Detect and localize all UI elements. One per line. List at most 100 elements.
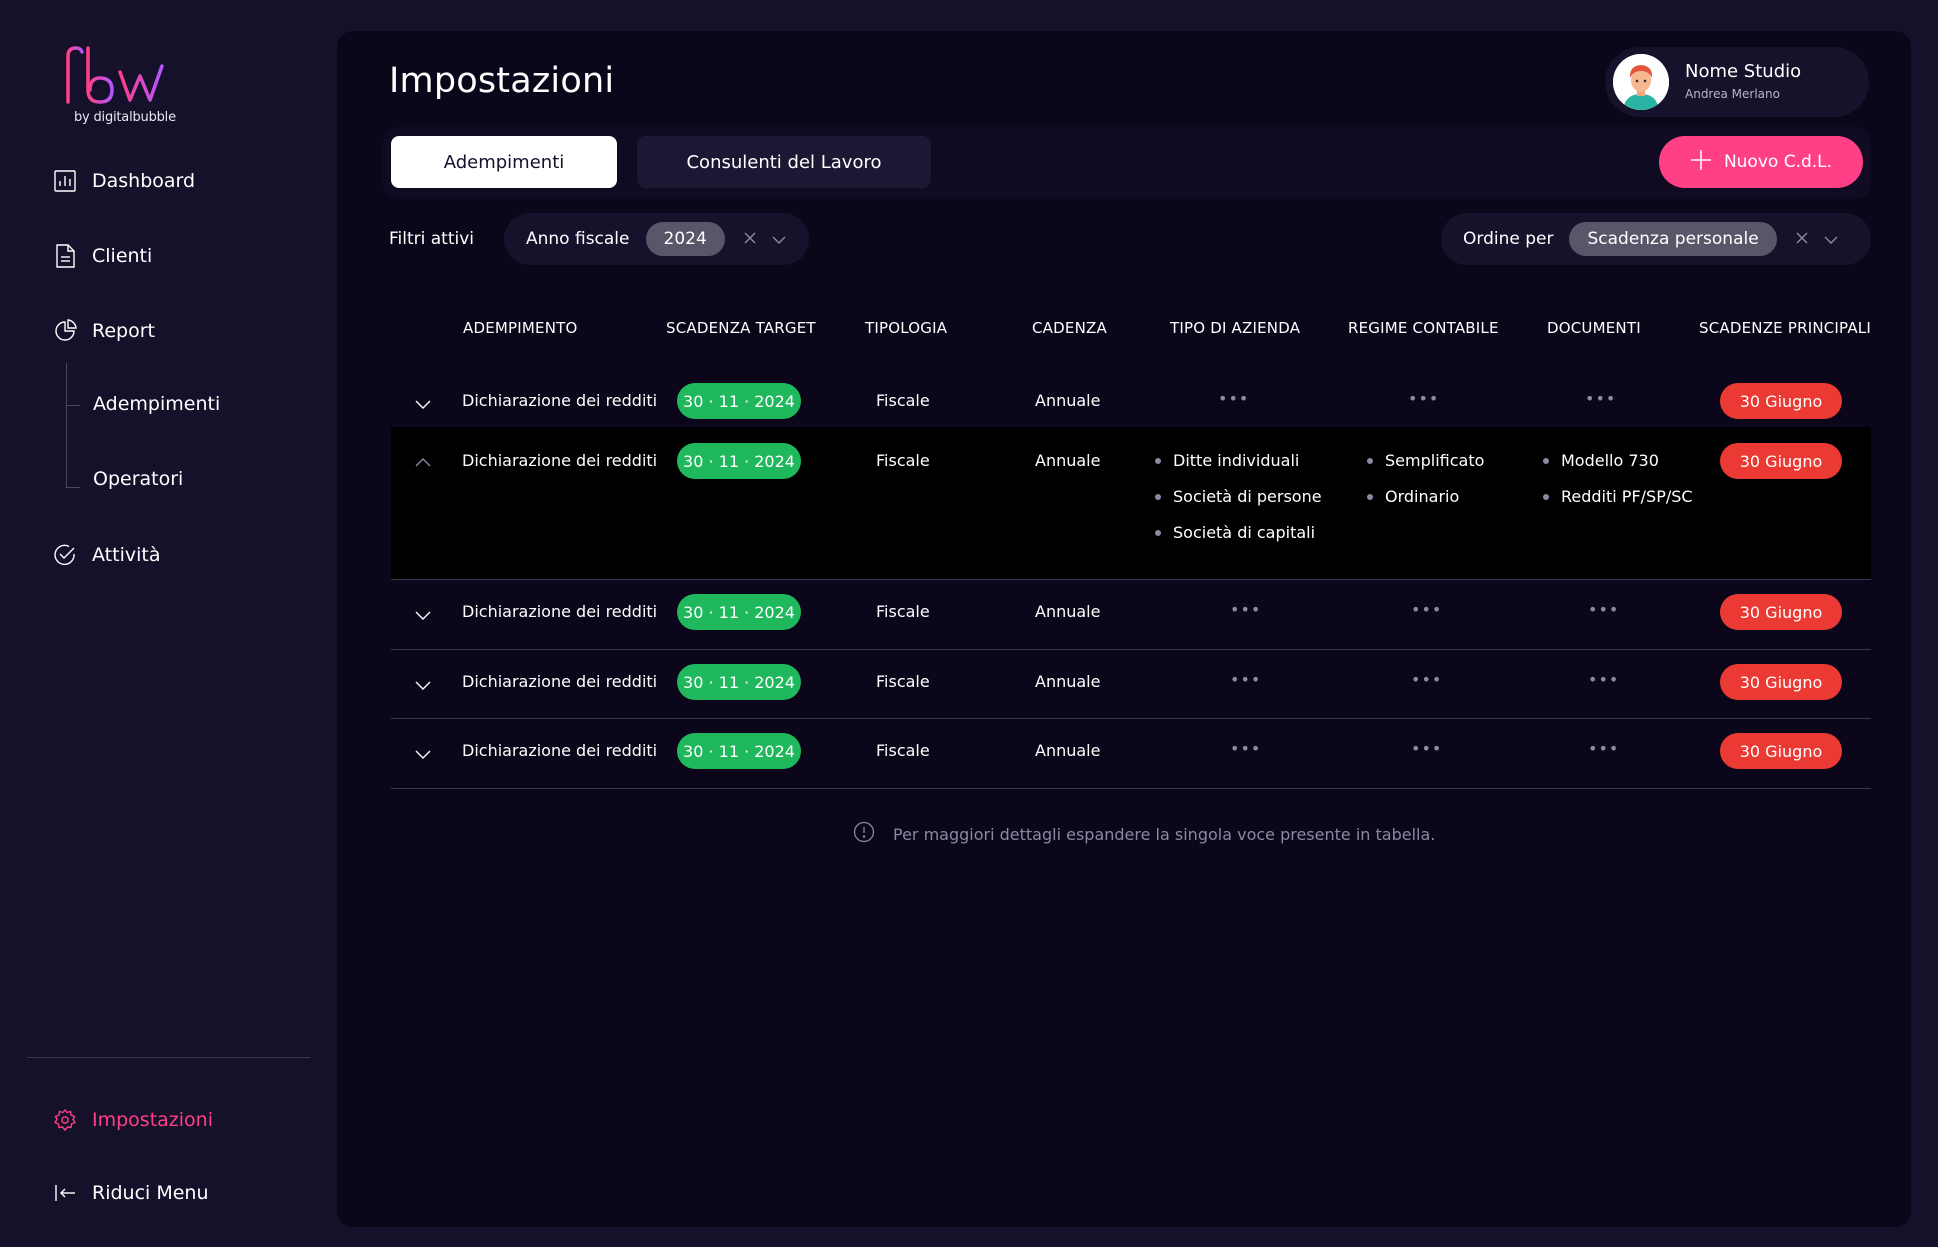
sidebar-sub-adempimenti[interactable]: Adempimenti (93, 393, 220, 415)
list-item: Modello 730 (1543, 451, 1659, 470)
col-header-documenti[interactable]: DOCUMENTI (1547, 319, 1641, 337)
gear-icon (52, 1107, 78, 1133)
row-adempimento: Dichiarazione dei redditi (462, 672, 658, 691)
row-cadenza: Annuale (1035, 672, 1101, 691)
sidebar-item-dashboard[interactable]: Dashboard (52, 168, 195, 194)
sidebar: by digitalbubble Dashboard Clienti Repor… (0, 0, 336, 1247)
col-header-cadenza[interactable]: CADENZA (1032, 319, 1107, 337)
sidebar-item-label: Dashboard (92, 170, 196, 192)
list-item: Ordinario (1367, 487, 1459, 506)
collapse-arrow-icon (52, 1180, 78, 1206)
close-icon[interactable] (1795, 230, 1809, 249)
row-tipologia: Fiscale (876, 451, 930, 470)
date-badge: 30 · 11 · 2024 (677, 443, 801, 479)
list-item-text: Ditte individuali (1173, 451, 1300, 470)
chevron-down-icon[interactable] (771, 230, 787, 249)
list-item-text: Ordinario (1385, 487, 1460, 506)
more-dots-icon[interactable]: ••• (1588, 670, 1619, 689)
chevron-down-icon[interactable] (413, 394, 433, 414)
filter-ordine-per[interactable]: Ordine per Scadenza personale (1441, 213, 1871, 265)
row-adempimento: Dichiarazione dei redditi (462, 602, 658, 621)
table-row[interactable]: Dichiarazione dei redditi 30 · 11 · 2024… (391, 580, 1871, 650)
user-name: Nome Studio (1685, 61, 1802, 82)
chevron-down-icon[interactable] (1823, 230, 1839, 249)
chevron-down-icon[interactable] (413, 675, 433, 695)
col-header-tipologia[interactable]: TIPOLOGIA (865, 319, 947, 337)
row-adempimento: Dichiarazione dei redditi (462, 451, 658, 470)
sidebar-item-clienti[interactable]: Clienti (52, 243, 152, 269)
col-header-scadenze-principali[interactable]: SCADENZE PRINCIPALI (1699, 319, 1871, 337)
more-dots-icon[interactable]: ••• (1218, 389, 1249, 408)
row-cadenza: Annuale (1035, 451, 1101, 470)
avatar (1613, 54, 1669, 110)
info-note: Per maggiori dettagli espandere la singo… (853, 821, 1435, 847)
row-tipologia: Fiscale (876, 391, 930, 410)
more-dots-icon[interactable]: ••• (1411, 600, 1442, 619)
date-badge: 30 · 11 · 2024 (677, 733, 801, 769)
more-dots-icon[interactable]: ••• (1411, 739, 1442, 758)
table-row[interactable]: Dichiarazione dei redditi 30 · 11 · 2024… (391, 650, 1871, 719)
list-item-text: Società di persone (1173, 487, 1322, 506)
flow-logo[interactable]: by digitalbubble (50, 46, 180, 130)
plus-icon (1690, 149, 1712, 176)
more-dots-icon[interactable]: ••• (1585, 389, 1616, 408)
row-adempimento: Dichiarazione dei redditi (462, 391, 658, 410)
filter-anno-fiscale[interactable]: Anno fiscale 2024 (504, 213, 809, 265)
tree-line (66, 363, 67, 488)
filter-anno-chip[interactable]: 2024 (645, 222, 725, 256)
row-cadenza: Annuale (1035, 391, 1101, 410)
logo-subtitle: by digitalbubble (74, 110, 176, 125)
sidebar-item-label: Clienti (92, 245, 153, 267)
col-header-regime-contabile[interactable]: REGIME CONTABILE (1348, 319, 1499, 337)
user-card[interactable]: Nome Studio Andrea Merlano (1605, 47, 1869, 117)
tab-adempimenti[interactable]: Adempimenti (391, 136, 617, 188)
date-badge: 30 · 11 · 2024 (677, 664, 801, 700)
list-item: Ditte individuali (1155, 451, 1299, 470)
more-dots-icon[interactable]: ••• (1230, 670, 1261, 689)
sidebar-item-impostazioni[interactable]: Impostazioni (52, 1107, 213, 1133)
more-dots-icon[interactable]: ••• (1411, 670, 1442, 689)
user-subtitle: Andrea Merlano (1685, 87, 1780, 101)
col-header-adempimento[interactable]: ADEMPIMENTO (463, 319, 578, 337)
deadline-badge: 30 Giugno (1720, 664, 1842, 700)
deadline-badge: 30 Giugno (1720, 383, 1842, 419)
deadline-badge: 30 Giugno (1720, 443, 1842, 479)
filter-ordine-chip[interactable]: Scadenza personale (1569, 222, 1777, 256)
col-header-scadenza-target[interactable]: SCADENZA TARGET (666, 319, 816, 337)
sidebar-item-label: Riduci Menu (92, 1182, 209, 1204)
list-item-text: Redditi PF/SP/SC (1561, 487, 1693, 506)
chevron-down-icon[interactable] (413, 744, 433, 764)
row-cadenza: Annuale (1035, 741, 1101, 760)
chart-icon (52, 168, 78, 194)
table-row[interactable]: Dichiarazione dei redditi 30 · 11 · 2024… (391, 719, 1871, 789)
sidebar-sub-operatori[interactable]: Operatori (93, 468, 183, 490)
table-row-expanded[interactable]: Dichiarazione dei redditi 30 · 11 · 2024… (391, 427, 1871, 580)
col-header-tipo-azienda[interactable]: TIPO DI AZIENDA (1170, 319, 1300, 337)
sidebar-item-attivita[interactable]: Attività (52, 542, 160, 568)
page-title: Impostazioni (389, 61, 615, 101)
tree-tick (66, 487, 80, 488)
filter-anno-label: Anno fiscale (526, 229, 630, 249)
sidebar-divider (27, 1057, 310, 1058)
main-panel: Impostazioni Nome Studio Andrea Merlano … (337, 31, 1911, 1227)
tree-tick (66, 405, 80, 406)
row-cadenza: Annuale (1035, 602, 1101, 621)
sidebar-collapse-button[interactable]: Riduci Menu (52, 1180, 209, 1206)
chevron-down-icon[interactable] (413, 605, 433, 625)
more-dots-icon[interactable]: ••• (1230, 600, 1261, 619)
date-badge: 30 · 11 · 2024 (677, 383, 801, 419)
new-cdl-label: Nuovo C.d.L. (1723, 152, 1833, 172)
tab-consulenti-lavoro[interactable]: Consulenti del Lavoro (637, 136, 931, 188)
new-cdl-button[interactable]: Nuovo C.d.L. (1659, 136, 1863, 188)
more-dots-icon[interactable]: ••• (1588, 600, 1619, 619)
flow-logo-mark (54, 46, 164, 104)
list-item-text: Società di capitali (1173, 523, 1316, 542)
list-item: Società di persone (1155, 487, 1322, 506)
more-dots-icon[interactable]: ••• (1588, 739, 1619, 758)
sidebar-item-report[interactable]: Report (52, 318, 155, 344)
chevron-up-icon[interactable] (413, 453, 433, 473)
more-dots-icon[interactable]: ••• (1408, 389, 1439, 408)
filters-label: Filtri attivi (389, 229, 475, 249)
more-dots-icon[interactable]: ••• (1230, 739, 1261, 758)
close-icon[interactable] (743, 230, 757, 249)
